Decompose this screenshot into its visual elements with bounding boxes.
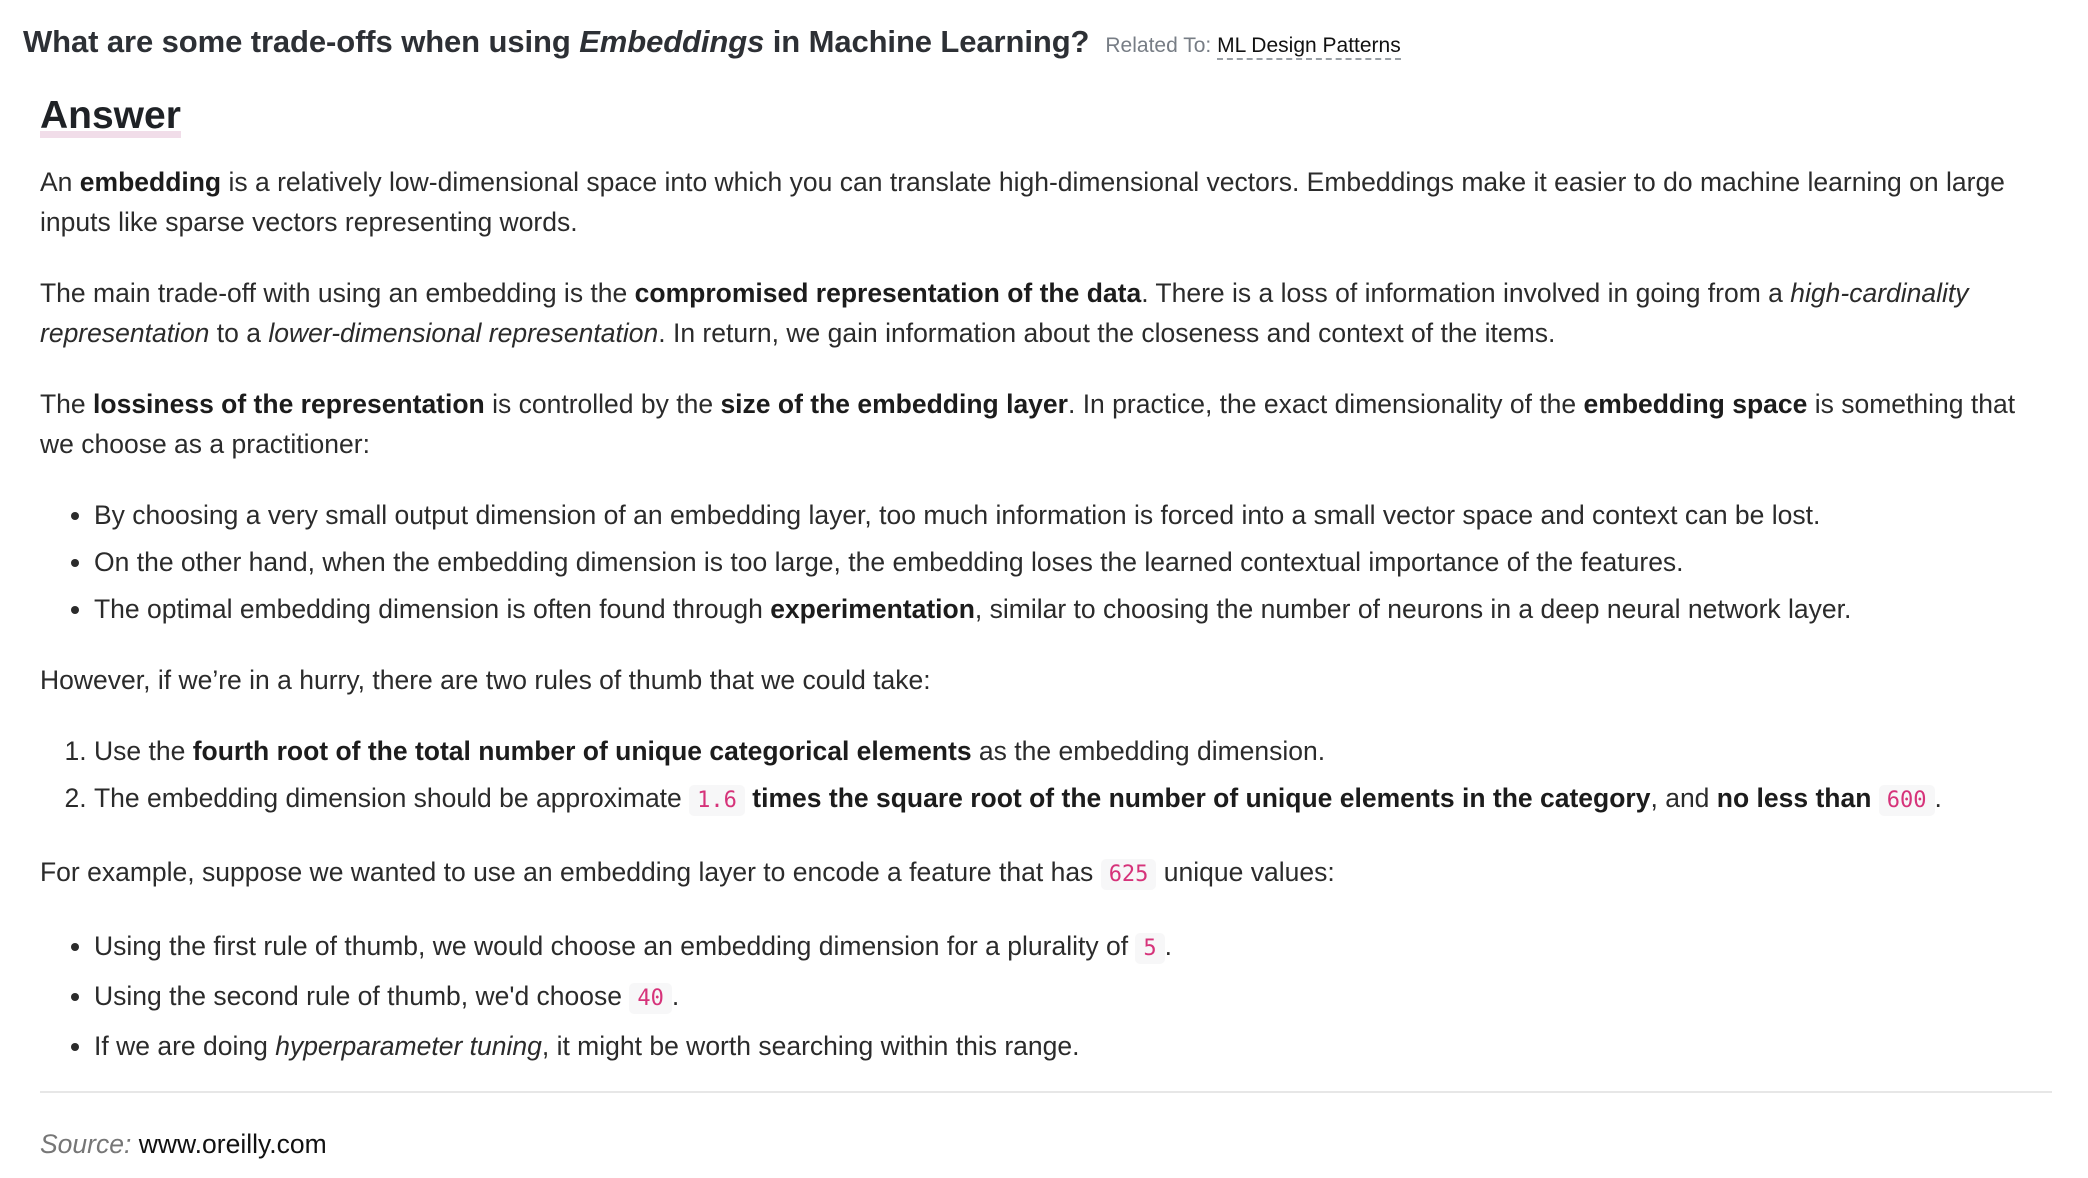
inline-code: 600 [1878, 785, 1935, 816]
list-item: If we are doing hyperparameter tuning, i… [94, 1026, 2055, 1066]
related-topic-link[interactable]: ML Design Patterns [1217, 34, 1401, 60]
answer-heading: Answer [40, 94, 181, 138]
paragraph-trade-off: The main trade-off with using an embeddi… [40, 278, 1969, 348]
question-title-prefix: What are some trade-offs when using [23, 24, 580, 59]
paragraph-embedding-definition: An embedding is a relatively low-dimensi… [40, 167, 2005, 237]
question-title-emphasis: Embeddings [579, 24, 765, 59]
example-results-list: Using the first rule of thumb, we would … [40, 926, 2055, 1066]
inline-code: 1.6 [689, 785, 745, 816]
answer-content: An embedding is a relatively low-dimensi… [40, 162, 2055, 1097]
list-item: Use the fourth root of the total number … [94, 731, 2055, 771]
inline-code: 40 [629, 983, 672, 1014]
inline-code: 5 [1135, 933, 1165, 964]
list-item: By choosing a very small output dimensio… [94, 495, 2055, 535]
paragraph-example: For example, suppose we wanted to use an… [40, 852, 2055, 895]
question-title: What are some trade-offs when using Embe… [23, 24, 1089, 60]
dimension-considerations-list: By choosing a very small output dimensio… [40, 495, 2055, 629]
list-item: The embedding dimension should be approx… [94, 778, 2055, 821]
list-item: On the other hand, when the embedding di… [94, 542, 2055, 582]
divider [40, 1091, 2052, 1093]
list-item: Using the second rule of thumb, we'd cho… [94, 976, 2055, 1019]
paragraph-rules-intro: However, if we’re in a hurry, there are … [40, 665, 931, 695]
source-link[interactable]: www.oreilly.com [139, 1129, 327, 1159]
list-item: The optimal embedding dimension is often… [94, 589, 2055, 629]
related-to-label: Related To: [1105, 34, 1212, 57]
question-header: What are some trade-offs when using Embe… [23, 24, 1401, 60]
paragraph-lossiness: The lossiness of the representation is c… [40, 389, 2016, 459]
rules-of-thumb-list: Use the fourth root of the total number … [40, 731, 2055, 821]
inline-code: 625 [1100, 859, 1157, 890]
related-to: Related To: ML Design Patterns [1105, 34, 1401, 60]
list-item: Using the first rule of thumb, we would … [94, 926, 2055, 969]
question-title-suffix: in Machine Learning? [764, 24, 1090, 59]
source-label: Source: [40, 1129, 132, 1159]
source-line: Source: www.oreilly.com [40, 1124, 327, 1164]
